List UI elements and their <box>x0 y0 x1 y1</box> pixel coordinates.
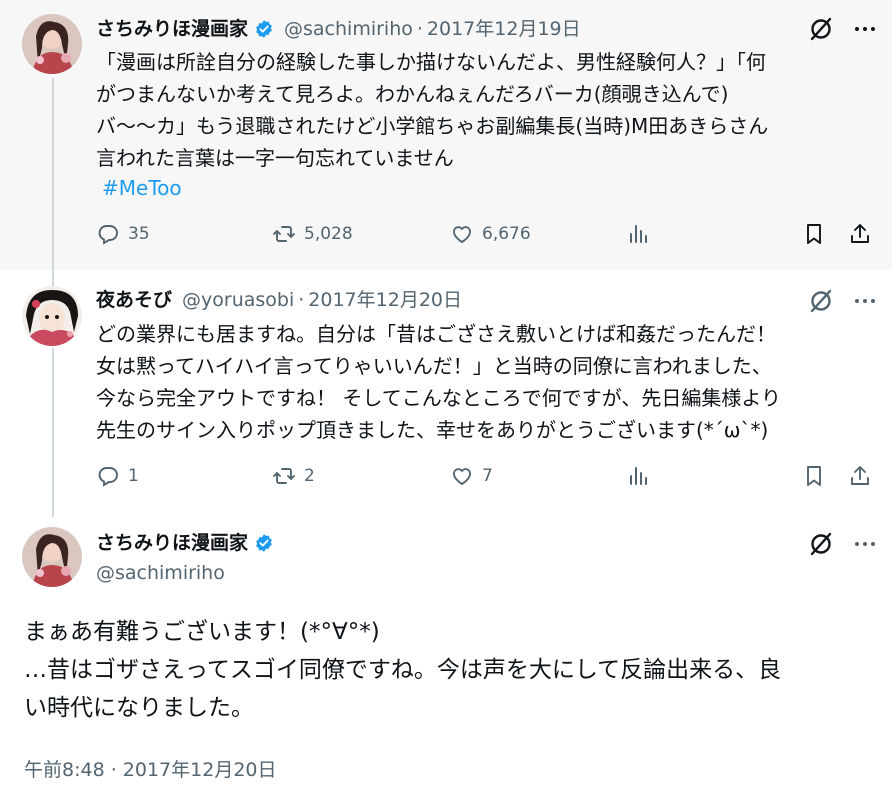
bookmark-icon <box>807 224 821 244</box>
share-button[interactable] <box>848 222 872 246</box>
header-actions <box>808 288 876 314</box>
tweet-3-focused: さちみりほ漫画家 @sachimiriho まぁあ有難うございます！(*°∀°*… <box>0 517 892 791</box>
tweet-text: どの業界にも居ますね。自分は「昔はござさえ敷いとけば和姦だったんだ！ 女は黙って… <box>96 322 781 442</box>
tweet-timestamp[interactable]: 午前8:48 · 2017年12月20日 <box>24 755 277 782</box>
share-button[interactable] <box>848 464 872 488</box>
tweet-header: さちみりほ漫画家 @sachimiriho · 2017年12月19日 <box>96 17 581 41</box>
bookmark-icon <box>807 466 821 486</box>
tweet-text: 「漫画は所詮自分の経験した事しか描けないんだよ、男性経験何人？」「何 がつまんな… <box>96 50 769 170</box>
share-icon <box>851 466 869 485</box>
like-button[interactable]: 7 <box>450 464 493 488</box>
retweet-icon <box>273 226 295 242</box>
views-button[interactable] <box>626 464 650 488</box>
display-name[interactable]: さちみりほ漫画家 <box>96 17 248 41</box>
like-count: 7 <box>482 466 493 486</box>
more-icon[interactable] <box>854 533 876 555</box>
retweet-button[interactable]: 2 <box>272 464 315 488</box>
separator: · <box>416 18 423 40</box>
like-icon <box>453 468 471 485</box>
reply-button[interactable]: 1 <box>96 464 139 488</box>
retweet-icon <box>273 468 295 484</box>
like-button[interactable]: 6,676 <box>450 222 531 246</box>
display-name[interactable]: さちみりほ漫画家 <box>96 531 248 555</box>
retweet-count: 5,028 <box>304 224 353 244</box>
share-icon <box>851 224 869 243</box>
like-icon <box>453 226 471 243</box>
more-icon[interactable] <box>854 18 876 40</box>
header-actions <box>808 531 876 557</box>
grok-icon[interactable] <box>808 288 834 314</box>
reply-icon <box>98 467 118 487</box>
tweet-date[interactable]: 2017年12月19日 <box>427 17 581 41</box>
grok-icon[interactable] <box>808 531 834 557</box>
verified-badge-icon <box>256 20 272 38</box>
thread-line <box>52 78 54 270</box>
thread-line <box>52 348 54 517</box>
retweet-count: 2 <box>304 466 315 486</box>
reply-count: 1 <box>128 466 139 486</box>
views-icon <box>630 225 647 243</box>
more-icon[interactable] <box>854 290 876 312</box>
tweet-1[interactable]: さちみりほ漫画家 @sachimiriho · 2017年12月19日 「漫画は… <box>0 0 892 270</box>
handle[interactable]: @yoruasobi <box>182 288 294 312</box>
grok-icon[interactable] <box>808 16 834 42</box>
bookmark-button[interactable] <box>802 222 826 246</box>
like-count: 6,676 <box>482 224 531 244</box>
avatar-yoruasobi[interactable] <box>22 286 82 346</box>
verified-badge-icon <box>256 534 272 552</box>
display-name[interactable]: 夜あそび <box>96 288 172 312</box>
handle[interactable]: @sachimiriho <box>96 561 225 585</box>
hashtag-link[interactable]: #MeToo <box>102 172 182 204</box>
retweet-button[interactable]: 5,028 <box>272 222 353 246</box>
reply-count: 35 <box>128 224 150 244</box>
views-icon <box>630 467 647 485</box>
tweet-date[interactable]: 2017年12月20日 <box>308 288 462 312</box>
bookmark-button[interactable] <box>802 464 826 488</box>
tweet-2[interactable]: 夜あそび @yoruasobi · 2017年12月20日 どの業界にも居ますね… <box>0 270 892 517</box>
tweet-header: 夜あそび @yoruasobi · 2017年12月20日 <box>96 288 462 312</box>
handle[interactable]: @sachimiriho <box>284 17 413 41</box>
separator: · <box>298 289 305 311</box>
views-button[interactable] <box>626 222 650 246</box>
reply-button[interactable]: 35 <box>96 222 150 246</box>
tweet-header: さちみりほ漫画家 <box>96 531 274 555</box>
avatar-sachimiriho[interactable] <box>22 527 82 587</box>
header-actions <box>808 16 876 42</box>
avatar-sachimiriho[interactable] <box>22 14 82 74</box>
tweet-text: まぁあ有難うございます！(*°∀°*) …昔はゴザさえってスゴイ同僚ですね。今は… <box>24 619 782 721</box>
handle-row: @sachimiriho <box>96 561 225 585</box>
reply-icon <box>98 225 118 245</box>
